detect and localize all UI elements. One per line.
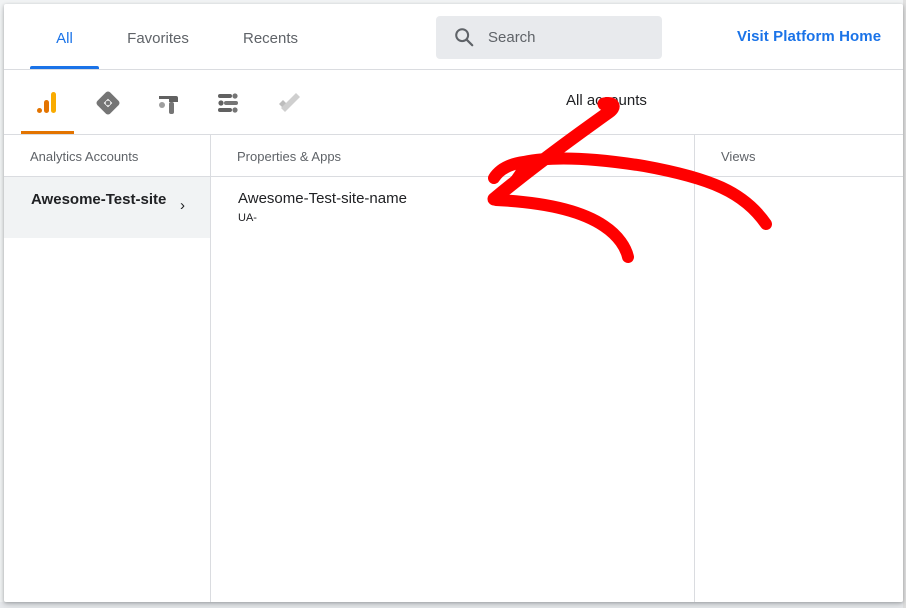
tab-favorites[interactable]: Favorites xyxy=(116,4,200,69)
tab-all[interactable]: All xyxy=(30,4,99,69)
views-column: Views xyxy=(695,135,903,602)
scope-label: All accounts xyxy=(566,92,647,109)
active-tab-indicator xyxy=(30,66,99,69)
analytics-icon[interactable] xyxy=(33,88,63,118)
properties-apps-column: Properties & Apps Awesome-Test-site-name… xyxy=(211,135,695,602)
account-picker-panel: All Favorites Recents Search Visit Platf… xyxy=(4,4,903,602)
search-icon xyxy=(455,28,474,47)
analytics-accounts-column: Analytics Accounts Awesome-Test-site › xyxy=(4,135,211,602)
background-page-edge xyxy=(0,602,906,608)
tag-manager-icon[interactable] xyxy=(93,88,123,118)
surveys-check-icon[interactable] xyxy=(274,88,304,118)
tab-recents[interactable]: Recents xyxy=(232,4,309,69)
account-name: Awesome-Test-site xyxy=(31,191,167,208)
search-input[interactable]: Search xyxy=(488,16,536,59)
properties-column-header: Properties & Apps xyxy=(211,135,694,177)
chevron-right-icon: › xyxy=(180,197,185,214)
visit-platform-home-link[interactable]: Visit Platform Home xyxy=(737,4,881,70)
search-box[interactable]: Search xyxy=(436,16,662,59)
property-tracking-id: UA- xyxy=(238,212,257,224)
accounts-column-header: Analytics Accounts xyxy=(4,135,210,177)
property-item[interactable]: Awesome-Test-site-name UA- xyxy=(211,177,694,237)
optimize-icon[interactable] xyxy=(153,88,183,118)
selected-product-indicator xyxy=(21,131,74,134)
picker-header: All Favorites Recents Search Visit Platf… xyxy=(4,4,903,70)
property-name: Awesome-Test-site-name xyxy=(238,190,407,207)
data-studio-icon[interactable] xyxy=(213,88,243,118)
account-item[interactable]: Awesome-Test-site › xyxy=(4,177,210,238)
views-column-header: Views xyxy=(695,135,903,177)
product-switcher: All accounts xyxy=(4,70,903,135)
